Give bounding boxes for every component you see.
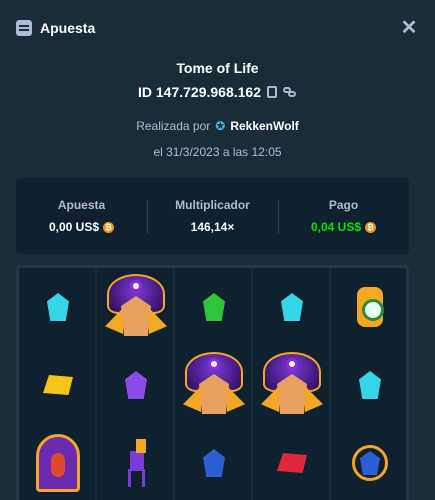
cyan-gem-icon <box>359 371 381 399</box>
stat-payout-label: Pago <box>328 198 359 212</box>
reel-cell <box>331 268 406 346</box>
stat-bet: Apuesta 0,00 US$ ₿ <box>16 198 147 234</box>
stat-payout: Pago 0,04 US$ ₿ <box>278 198 409 234</box>
reel-cell <box>97 268 175 346</box>
purple-dog-icon <box>116 435 156 491</box>
reel-cell <box>19 268 97 346</box>
bet-stats-panel: Apuesta 0,00 US$ ₿ Multiplicador 146,14×… <box>16 178 409 254</box>
copy-icon[interactable] <box>267 86 277 98</box>
reel-cell <box>253 268 331 346</box>
blue-gem-icon <box>203 449 225 477</box>
modal-title: Apuesta <box>40 20 96 36</box>
placed-by-row: Realizada por ✪ RekkenWolf <box>0 119 435 133</box>
door-wild-icon <box>36 434 80 492</box>
scarab-scatter-icon <box>103 274 169 340</box>
reel-cell <box>331 424 406 500</box>
bet-slip-icon <box>16 20 32 36</box>
reel-cell <box>19 346 97 424</box>
reel-cell <box>331 346 406 424</box>
bet-id: ID 147.729.968.162 <box>138 84 261 100</box>
slot-board <box>16 265 409 500</box>
scarab-scatter-icon <box>259 352 325 418</box>
link-icon[interactable] <box>283 87 297 97</box>
reel-cell <box>253 424 331 500</box>
scarab-scatter-icon <box>181 352 247 418</box>
modal-header: Apuesta ✕ <box>0 0 435 56</box>
blue-orb-icon <box>352 445 388 481</box>
bitcoin-icon: ₿ <box>365 221 377 233</box>
bitcoin-icon: ₿ <box>103 221 115 233</box>
yellow-gem-icon <box>43 375 73 395</box>
reel-cell <box>253 346 331 424</box>
reel-cell <box>175 346 253 424</box>
bet-amount: 0,00 US$ <box>48 220 100 234</box>
reel-cell <box>175 424 253 500</box>
scroll-eye-icon <box>357 287 384 327</box>
cyan-gem-icon <box>47 293 69 321</box>
placed-by-label: Realizada por <box>136 119 211 133</box>
reel-cell <box>19 424 97 500</box>
payout-amount: 0,04 US$ <box>310 220 362 234</box>
stat-multiplier-label: Multiplicador <box>175 198 250 212</box>
multiplier-amount: 146,14× <box>190 220 235 234</box>
green-gem-icon <box>203 293 225 321</box>
game-title[interactable]: Tome of Life <box>0 60 435 76</box>
reel-cell <box>97 346 175 424</box>
stat-bet-value: 0,00 US$ ₿ <box>16 220 147 234</box>
close-icon[interactable]: ✕ <box>399 18 419 38</box>
red-gem-icon <box>277 453 307 473</box>
stat-bet-label: Apuesta <box>57 198 106 212</box>
purple-gem-icon <box>125 371 147 399</box>
stat-multiplier-value: 146,14× <box>147 220 278 234</box>
bet-id-row: ID 147.729.968.162 <box>0 84 435 100</box>
reel-cell <box>175 268 253 346</box>
stat-payout-value: 0,04 US$ ₿ <box>278 220 409 234</box>
bet-date: el 31/3/2023 a las 12:05 <box>153 145 282 159</box>
vip-star-icon: ✪ <box>215 119 226 133</box>
reel-cell <box>97 424 175 500</box>
username[interactable]: RekkenWolf <box>230 119 298 133</box>
stat-multiplier: Multiplicador 146,14× <box>147 198 278 234</box>
cyan-gem-icon <box>281 293 303 321</box>
